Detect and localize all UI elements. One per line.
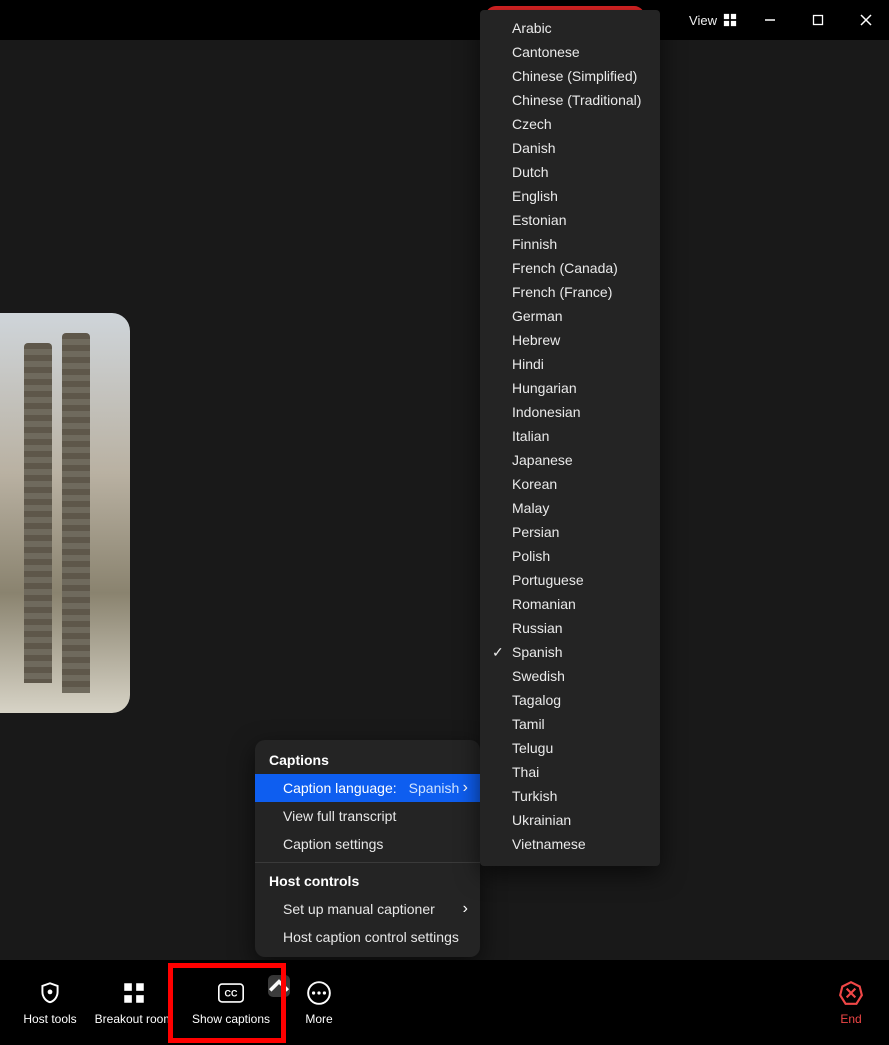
language-option[interactable]: Turkish <box>480 784 660 808</box>
host-tools-label: Host tools <box>23 1012 76 1026</box>
language-option[interactable]: Romanian <box>480 592 660 616</box>
language-option[interactable]: Telugu <box>480 736 660 760</box>
language-option[interactable]: Dutch <box>480 160 660 184</box>
view-full-transcript-item[interactable]: View full transcript <box>255 802 480 830</box>
show-captions-label: Show captions <box>192 1012 270 1026</box>
language-option[interactable]: Vietnamese <box>480 832 660 856</box>
language-option[interactable]: Italian <box>480 424 660 448</box>
language-option[interactable]: Hebrew <box>480 328 660 352</box>
language-option[interactable]: Ukrainian <box>480 808 660 832</box>
cc-icon: CC <box>218 980 244 1006</box>
language-option[interactable]: Korean <box>480 472 660 496</box>
end-button[interactable]: End <box>821 967 881 1039</box>
language-option[interactable]: Thai <box>480 760 660 784</box>
language-option[interactable]: Estonian <box>480 208 660 232</box>
language-option[interactable]: French (Canada) <box>480 256 660 280</box>
grid-icon <box>723 13 737 27</box>
breakout-rooms-button[interactable]: Breakout room <box>92 967 176 1039</box>
language-option[interactable]: Malay <box>480 496 660 520</box>
end-label: End <box>840 1012 861 1026</box>
language-option[interactable]: Russian <box>480 616 660 640</box>
caption-language-item[interactable]: Caption language: Spanish <box>255 774 480 802</box>
caption-language-label: Caption language: <box>283 780 397 796</box>
captions-popup: Captions Caption language: Spanish View … <box>255 740 480 957</box>
caption-settings-item[interactable]: Caption settings <box>255 830 480 858</box>
popup-divider <box>255 862 480 863</box>
maximize-button[interactable] <box>811 13 825 27</box>
breakout-rooms-label: Breakout room <box>95 1012 174 1026</box>
caption-language-value: Spanish <box>409 780 460 796</box>
language-option[interactable]: Finnish <box>480 232 660 256</box>
language-option[interactable]: Chinese (Simplified) <box>480 64 660 88</box>
minimize-button[interactable] <box>763 13 777 27</box>
language-option[interactable]: Arabic <box>480 16 660 40</box>
language-option[interactable]: Tagalog <box>480 688 660 712</box>
more-icon <box>306 980 332 1006</box>
language-option[interactable]: Persian <box>480 520 660 544</box>
view-label: View <box>689 13 717 28</box>
language-option[interactable]: Swedish <box>480 664 660 688</box>
language-option[interactable]: Hungarian <box>480 376 660 400</box>
bottom-toolbar: Host tools Breakout room CC Show caption… <box>0 960 889 1045</box>
language-option[interactable]: Spanish <box>480 640 660 664</box>
caption-language-submenu: ArabicCantoneseChinese (Simplified)Chine… <box>480 10 660 866</box>
participant-video[interactable] <box>0 313 130 713</box>
svg-text:CC: CC <box>225 988 238 998</box>
shield-icon <box>37 980 63 1006</box>
more-label: More <box>305 1012 332 1026</box>
title-bar: View <box>0 0 889 40</box>
close-button[interactable] <box>859 13 873 27</box>
grid-icon <box>121 980 147 1006</box>
language-option[interactable]: Czech <box>480 112 660 136</box>
end-icon <box>838 980 864 1006</box>
language-option[interactable]: Polish <box>480 544 660 568</box>
language-option[interactable]: English <box>480 184 660 208</box>
language-option[interactable]: Japanese <box>480 448 660 472</box>
language-option[interactable]: Tamil <box>480 712 660 736</box>
host-controls-section-title: Host controls <box>255 867 480 895</box>
language-option[interactable]: Cantonese <box>480 40 660 64</box>
setup-manual-captioner-item[interactable]: Set up manual captioner <box>255 895 480 923</box>
captions-section-title: Captions <box>255 746 480 774</box>
show-captions-button[interactable]: CC Show captions <box>176 967 286 1039</box>
language-option[interactable]: Chinese (Traditional) <box>480 88 660 112</box>
language-option[interactable]: Hindi <box>480 352 660 376</box>
language-option[interactable]: Portuguese <box>480 568 660 592</box>
language-option[interactable]: German <box>480 304 660 328</box>
host-caption-control-settings-item[interactable]: Host caption control settings <box>255 923 480 951</box>
host-tools-button[interactable]: Host tools <box>8 967 92 1039</box>
more-button[interactable]: More <box>286 967 352 1039</box>
language-option[interactable]: Indonesian <box>480 400 660 424</box>
language-option[interactable]: French (France) <box>480 280 660 304</box>
view-button[interactable]: View <box>689 13 737 28</box>
language-option[interactable]: Danish <box>480 136 660 160</box>
